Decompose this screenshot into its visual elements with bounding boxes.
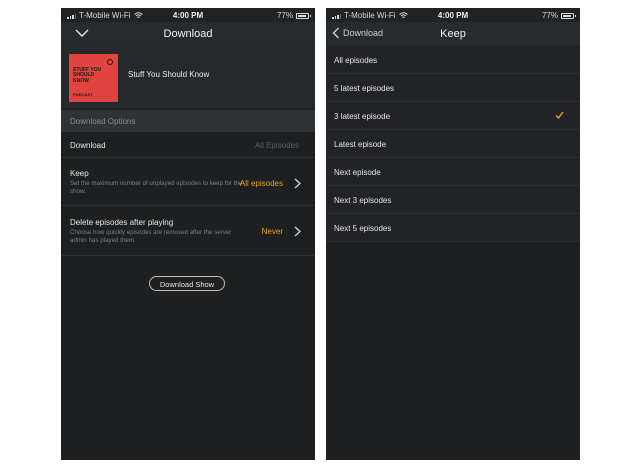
keep-option-label: Next episode [334,168,381,177]
keep-option[interactable]: Next episode [326,158,580,186]
section-header-label: Download Options [70,117,136,126]
keep-option-label: Latest episode [334,140,387,149]
keep-value: All episodes [239,179,283,188]
download-screen: T-Mobile Wi-Fi 4:00 PM 77% Download STUF… [61,8,315,460]
keep-screen: T-Mobile Wi-Fi 4:00 PM 77% Download Keep… [326,8,580,460]
keep-option[interactable]: Next 5 episodes [326,214,580,242]
section-header: Download Options [61,110,315,132]
nav-bar: Download Keep [326,22,580,46]
delete-label: Delete episodes after playing [70,218,174,227]
keep-option-label: All episodes [334,56,378,65]
download-row[interactable]: Download All Episodes [61,132,315,158]
download-label: Download [70,141,106,150]
status-bar: T-Mobile Wi-Fi 4:00 PM 77% [326,8,580,22]
download-value: All Episodes [254,141,299,150]
keep-row[interactable]: Keep Set the maximum number of unplayed … [61,158,315,206]
keep-description: Set the maximum number of unplayed episo… [70,180,243,195]
nav-title: Download [163,28,213,40]
cover-subtext: PODCAST [73,92,93,97]
battery-icon [296,12,311,19]
status-bar: T-Mobile Wi-Fi 4:00 PM 77% [61,8,315,22]
keep-label: Keep [70,169,89,178]
nav-title: Keep [440,28,466,40]
nav-bar: Download [61,22,315,46]
keep-option[interactable]: Next 3 episodes [326,186,580,214]
battery-percent: 77% [541,11,558,20]
cover-logo-icon [107,59,113,65]
checkmark-icon [555,111,564,119]
download-show-button[interactable]: Download Show [149,276,225,291]
delete-value: Never [261,227,283,236]
delete-description: Choose how quickly episodes are removed … [70,229,232,244]
keep-option-label: Next 5 episodes [334,224,392,233]
keep-option-label: 3 latest episode [334,112,391,121]
battery-percent: 77% [276,11,293,20]
keep-option-label: 5 latest episodes [334,84,395,93]
keep-option[interactable]: 5 latest episodes [326,74,580,102]
keep-option[interactable]: All episodes [326,46,580,74]
cover-text: STUFF YOU SHOULD KNOW [73,67,102,84]
chevron-right-icon [294,226,301,237]
keep-option-label: Next 3 episodes [334,196,392,205]
keep-option[interactable]: 3 latest episode [326,102,580,130]
show-title: Stuff You Should Know [128,70,210,79]
podcast-cover: STUFF YOU SHOULD KNOW PODCAST [69,54,118,102]
keep-option[interactable]: Latest episode [326,130,580,158]
battery-icon [561,12,576,19]
keep-options-list: All episodes 5 latest episodes 3 latest ep… [326,46,580,242]
delete-row[interactable]: Delete episodes after playing Choose how… [61,206,315,256]
chevron-right-icon [294,178,301,189]
